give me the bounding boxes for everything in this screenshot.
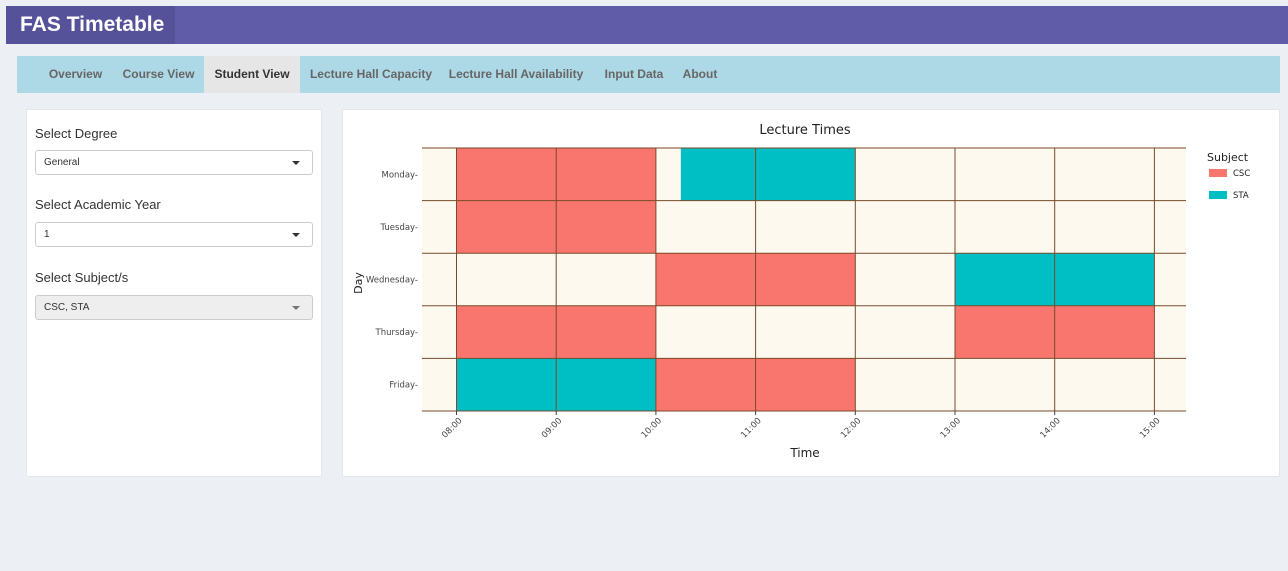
x-tick-label: 13:00 (939, 416, 963, 440)
plot-area: Monday- Tuesday- Wednesday- Thursday- Friday… (366, 147, 1186, 440)
degree-select-value: General (44, 157, 80, 168)
tab-input-data[interactable]: Input Data (594, 56, 674, 93)
subjects-label: Select Subject/s (35, 270, 129, 285)
x-tick-label: 12:00 (839, 416, 863, 440)
legend-key-sta (1209, 191, 1227, 199)
tab-bar: Overview Course View Student View Lectur… (17, 56, 1280, 93)
year-label: Select Academic Year (35, 197, 161, 212)
x-tick-label: 09:00 (540, 416, 564, 440)
tab-lecture-hall-availability[interactable]: Lecture Hall Availability (441, 56, 591, 93)
y-axis-label: Day (352, 272, 365, 294)
chevron-down-icon (292, 233, 300, 237)
y-tick-label: Friday- (389, 381, 418, 391)
y-tick-label: Tuesday- (380, 223, 419, 233)
degree-select[interactable]: General (35, 150, 313, 175)
year-select[interactable]: 1 (35, 222, 313, 247)
y-tick-label: Wednesday- (366, 276, 418, 286)
x-axis-label: Time (789, 446, 819, 460)
bar-sta (680, 148, 856, 201)
chart-title: Lecture Times (759, 123, 851, 138)
tab-course-view[interactable]: Course View (116, 56, 201, 93)
legend-label-csc: CSC (1233, 169, 1250, 179)
x-tick-label: 11:00 (739, 416, 763, 440)
x-tick-label: 10:00 (640, 416, 664, 440)
y-tick-label: Monday- (382, 170, 418, 180)
x-tick-label: 15:00 (1138, 416, 1162, 440)
app-header: FAS Timetable (6, 6, 1288, 44)
tab-overview[interactable]: Overview (39, 56, 112, 93)
degree-label: Select Degree (35, 126, 118, 141)
legend-label-sta: STA (1233, 191, 1249, 201)
tab-student-view[interactable]: Student View (204, 56, 300, 93)
chevron-down-icon (292, 306, 300, 310)
x-tick-label: 08:00 (440, 416, 464, 440)
chevron-down-icon (292, 161, 300, 165)
tab-about[interactable]: About (676, 56, 724, 93)
sidebar-panel: Select Degree General Select Academic Ye… (26, 109, 322, 477)
y-tick-label: Thursday- (375, 328, 418, 338)
subjects-select[interactable]: CSC, STA (35, 295, 313, 320)
legend: Subject CSC STA (1207, 151, 1250, 201)
app-title: FAS Timetable (6, 6, 175, 44)
legend-title: Subject (1207, 151, 1249, 164)
tab-lecture-hall-capacity[interactable]: Lecture Hall Capacity (305, 56, 437, 93)
legend-key-csc (1209, 169, 1227, 177)
subjects-select-value: CSC, STA (44, 302, 90, 313)
lecture-times-chart: Lecture Times Time Day Monday- Tuesday- We… (352, 123, 1250, 460)
year-select-value: 1 (44, 229, 50, 240)
chart-panel: Lecture Times Time Day Monday- Tuesday- We… (342, 109, 1280, 477)
x-tick-label: 14:00 (1038, 416, 1062, 440)
